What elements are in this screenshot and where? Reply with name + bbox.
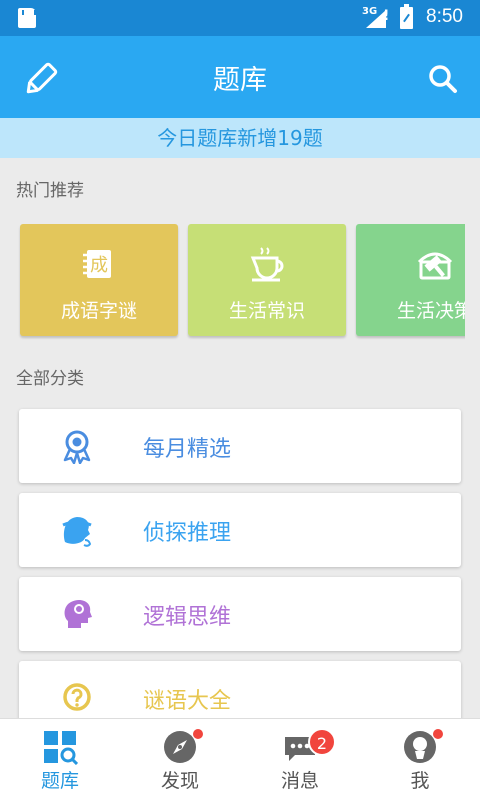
hot-card-life-knowledge[interactable]: 生活常识 [188, 224, 346, 336]
battery-icon [400, 4, 413, 29]
category-label: 每月精选 [143, 437, 232, 462]
category-label: 逻辑思维 [143, 605, 232, 630]
me-notification-dot [432, 728, 444, 740]
idiom-icon-text: 成 [90, 255, 108, 276]
gavel-icon [417, 252, 453, 280]
tab-label: 我 [410, 770, 430, 792]
tab-label: 发现 [160, 770, 199, 792]
categories-section-label: 全部分类 [16, 369, 84, 389]
hot-card-label: 生活决策 [396, 300, 465, 322]
hot-carousel[interactable]: 成 成语字谜 生活常识 生活决策 [0, 222, 465, 340]
search-icon [429, 65, 457, 93]
tab-discover[interactable]: 发现 [120, 719, 240, 800]
bottom-tab-bar: 题库 发现 2 消息 我 [0, 718, 480, 800]
status-bar: 3G ! 8:50 [0, 0, 480, 36]
award-ribbon-icon [63, 430, 91, 464]
tab-label: 题库 [40, 770, 79, 792]
signal-alert: ! [383, 8, 390, 24]
clock: 8:50 [426, 6, 463, 27]
sd-card-icon [18, 8, 36, 28]
tab-me[interactable]: 我 [360, 719, 480, 800]
tab-label: 消息 [280, 770, 319, 792]
discover-notification-dot [192, 728, 204, 740]
teacup-icon [250, 247, 284, 282]
hot-section-label: 热门推荐 [16, 181, 84, 201]
idiom-book-icon: 成 [83, 250, 111, 278]
grid-search-icon [44, 731, 78, 765]
category-label: 谜语大全 [143, 689, 232, 714]
hot-card-life-decision[interactable]: 生活决策 [356, 224, 465, 336]
detective-icon [62, 517, 92, 547]
category-logic[interactable]: 逻辑思维 [19, 577, 461, 651]
hot-card-label: 成语字谜 [60, 300, 137, 322]
unread-badge: 2 [308, 728, 336, 756]
tab-messages[interactable]: 2 消息 [240, 719, 360, 800]
hot-card-label: 生活常识 [228, 300, 305, 322]
brain-head-icon [64, 600, 92, 628]
page-title: 题库 [213, 65, 267, 96]
app-bar: 题库 [0, 36, 480, 118]
question-circle-icon [63, 683, 91, 711]
hot-card-idiom[interactable]: 成 成语字谜 [20, 224, 178, 336]
category-label: 侦探推理 [143, 521, 232, 546]
daily-update-banner[interactable]: 今日题库新增19题 [0, 118, 480, 158]
category-detective[interactable]: 侦探推理 [19, 493, 461, 567]
category-monthly-picks[interactable]: 每月精选 [19, 409, 461, 483]
tab-question-bank[interactable]: 题库 [0, 719, 120, 800]
search-button[interactable] [420, 56, 466, 102]
